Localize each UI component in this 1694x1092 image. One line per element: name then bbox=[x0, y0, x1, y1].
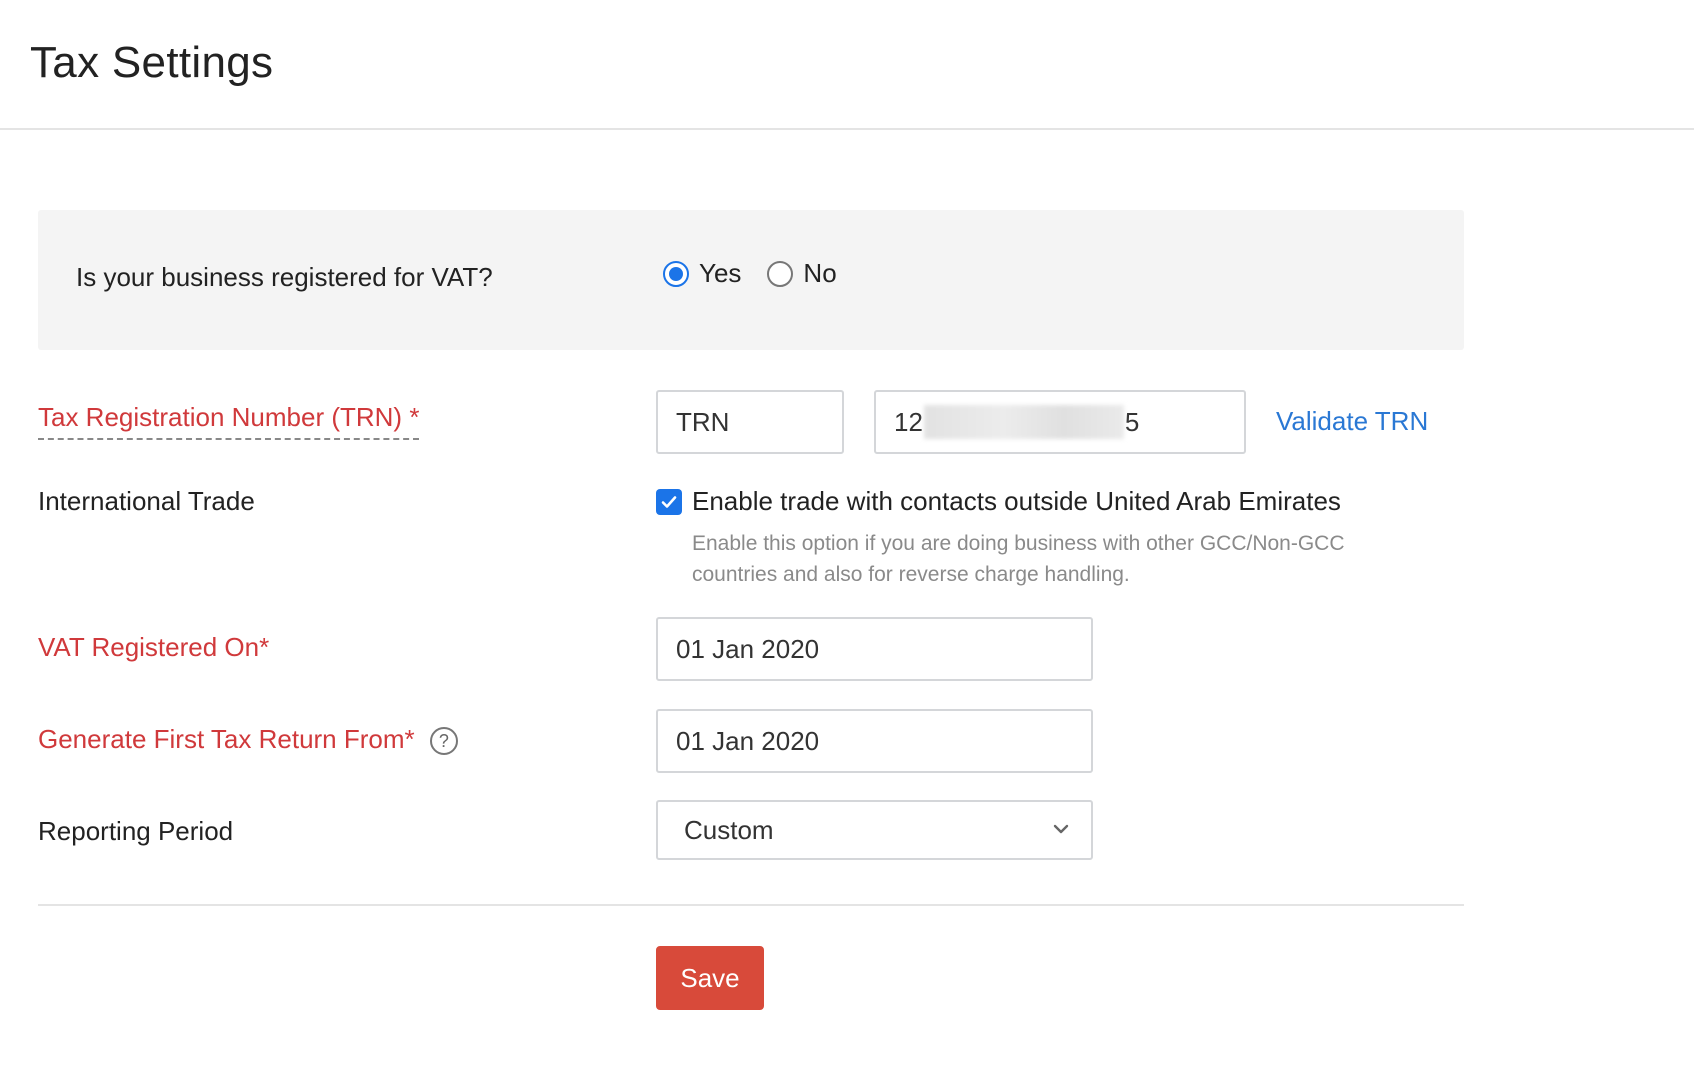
trn-number-visible-start: 12 bbox=[894, 406, 923, 437]
trn-label-text: Tax Registration Number (TRN) * bbox=[38, 402, 420, 440]
first-tax-return-label-text: Generate First Tax Return From* bbox=[38, 724, 415, 754]
save-button[interactable]: Save bbox=[656, 946, 764, 1010]
vat-registered-on-input[interactable]: 01 Jan 2020 bbox=[656, 617, 1093, 681]
trn-prefix-input[interactable]: TRN bbox=[656, 390, 844, 454]
page-header: Tax Settings bbox=[0, 0, 1694, 130]
radio-label-no: No bbox=[803, 258, 837, 288]
validate-trn-link[interactable]: Validate TRN bbox=[1276, 406, 1428, 437]
radio-button-yes[interactable] bbox=[663, 260, 689, 287]
trn-number-obscured-region bbox=[923, 405, 1124, 439]
radio-label-yes: Yes bbox=[699, 258, 742, 288]
international-trade-checkbox[interactable] bbox=[656, 488, 682, 515]
form-divider bbox=[38, 904, 1464, 906]
chevron-down-icon bbox=[1051, 815, 1071, 846]
international-trade-help-text: Enable this option if you are doing busi… bbox=[692, 532, 1345, 586]
reporting-period-label: Reporting Period bbox=[38, 816, 234, 846]
vat-registered-on-label: VAT Registered On* bbox=[38, 632, 270, 662]
trn-number-input[interactable]: 12 5 bbox=[874, 390, 1246, 454]
trn-number-visible-end: 5 bbox=[1124, 406, 1140, 437]
vat-registration-question: Is your business registered for VAT? bbox=[76, 262, 493, 292]
first-tax-return-input[interactable]: 01 Jan 2020 bbox=[656, 709, 1093, 773]
international-trade-label: International Trade bbox=[38, 486, 255, 516]
reporting-period-value: Custom bbox=[684, 814, 774, 845]
international-trade-checkbox-label: Enable trade with contacts outside Unite… bbox=[692, 486, 1341, 516]
trn-label: Tax Registration Number (TRN) * bbox=[38, 402, 420, 440]
radio-button-no[interactable] bbox=[767, 260, 794, 287]
reporting-period-select[interactable]: Custom bbox=[656, 800, 1093, 860]
help-question-icon[interactable]: ? bbox=[429, 727, 458, 756]
page-title: Tax Settings bbox=[30, 38, 274, 87]
international-trade-option[interactable]: Enable trade with contacts outside Unite… bbox=[656, 486, 1341, 517]
checkmark-icon bbox=[661, 495, 677, 508]
radio-option-yes[interactable]: Yes bbox=[663, 258, 741, 289]
vat-registration-radio-group: Yes No bbox=[663, 258, 863, 289]
first-tax-return-label: Generate First Tax Return From* ? bbox=[38, 724, 458, 756]
radio-option-no[interactable]: No bbox=[767, 258, 837, 289]
vat-registration-panel: Is your business registered for VAT? Yes… bbox=[38, 210, 1464, 350]
